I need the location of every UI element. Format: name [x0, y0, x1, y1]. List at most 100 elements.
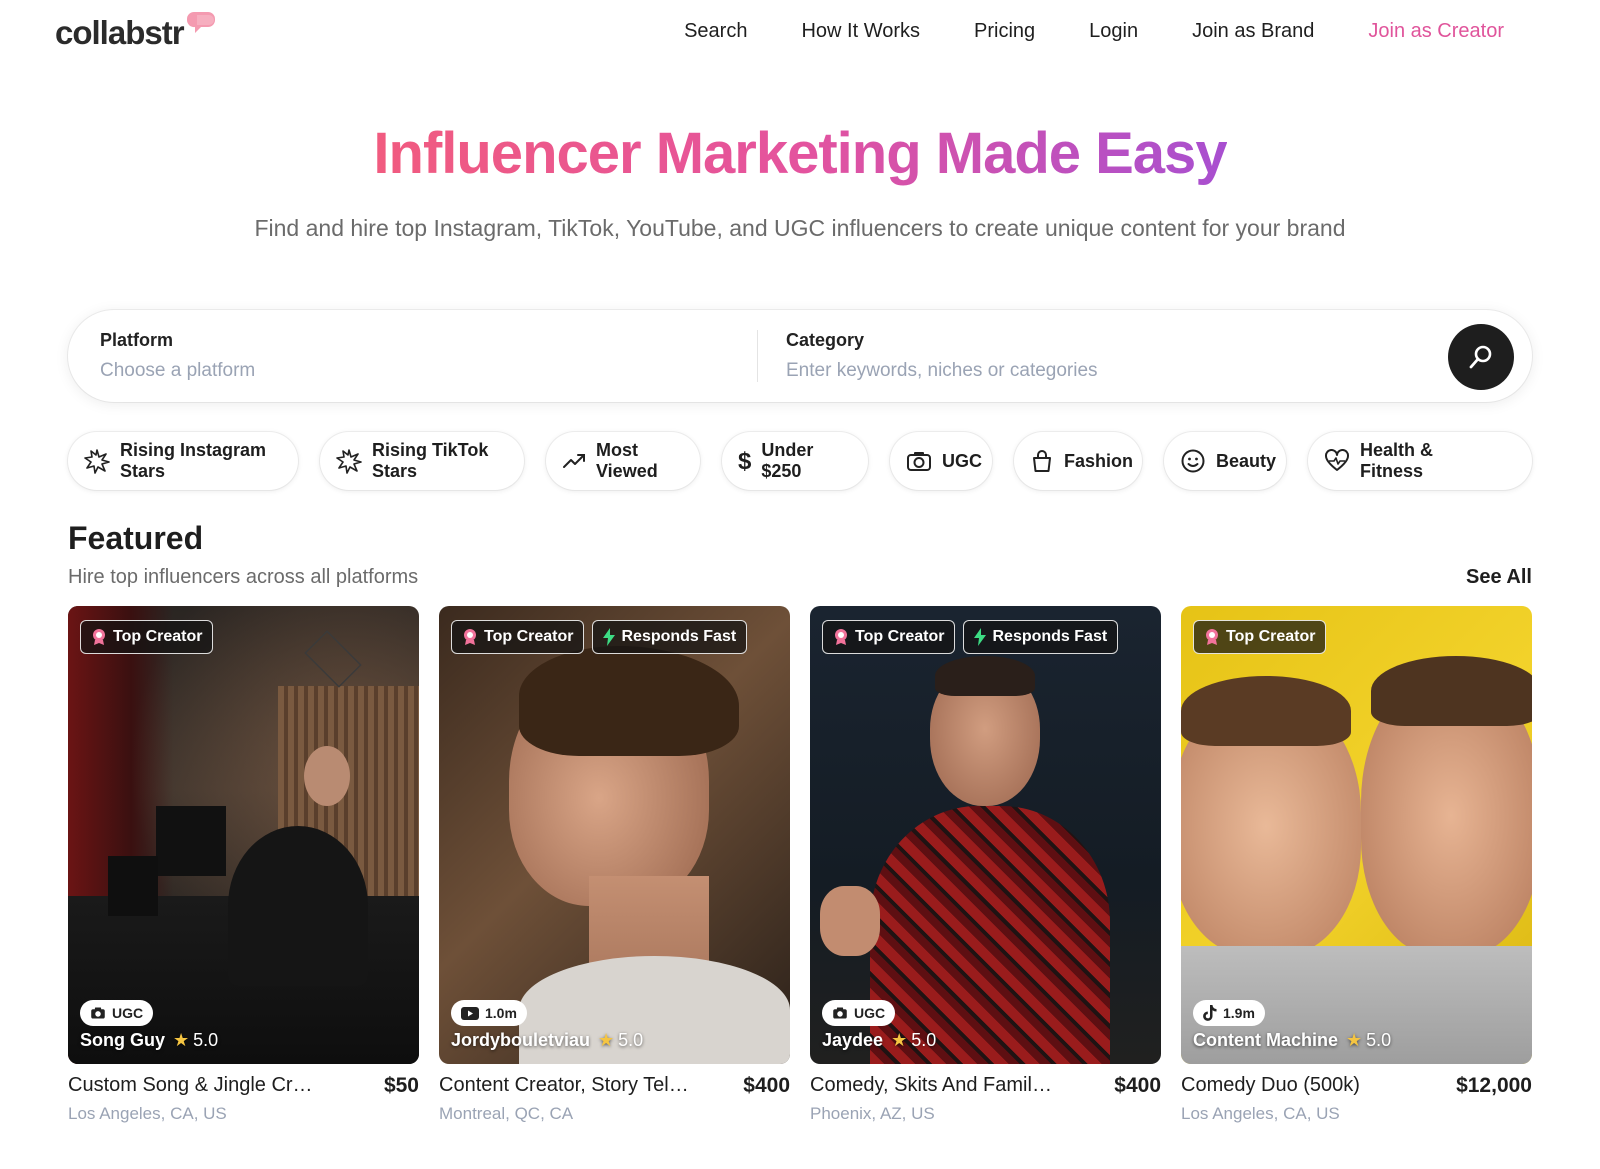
chip-label: Fashion	[1064, 450, 1134, 471]
card-price: $400	[1114, 1074, 1161, 1097]
chip-label: Under $250	[761, 440, 814, 481]
badge-label: Top Creator	[855, 628, 945, 645]
rating-value: 5.0	[193, 1030, 219, 1050]
logo-text: collabstr	[55, 14, 185, 51]
tiktok-icon	[1203, 1005, 1217, 1021]
creator-card[interactable]: Top Creator Responds Fast UGC Jaydee ★ 5.…	[810, 606, 1161, 1123]
chip-health-fitness[interactable]: Health & Fitness	[1308, 432, 1532, 490]
nav-search[interactable]: Search	[684, 20, 747, 43]
chip-under-250[interactable]: $ Under $250	[722, 432, 868, 490]
badge-row: Top Creator Responds Fast	[451, 620, 748, 654]
badge-label: Responds Fast	[992, 628, 1108, 645]
camera-icon	[907, 452, 931, 471]
creator-name: Song Guy	[80, 1030, 165, 1050]
creator-name: Content Machine	[1193, 1030, 1339, 1050]
creator-card[interactable]: Top Creator 1.9m Content Machine ★ 5.0 Co…	[1181, 606, 1532, 1123]
top-creator-badge: Top Creator	[451, 620, 585, 654]
creator-photo[interactable]: Top Creator UGC Song Guy ★ 5.0	[68, 606, 419, 1064]
badge-label: Responds Fast	[621, 628, 737, 645]
card-location: Los Angeles, CA, US	[1181, 1104, 1340, 1123]
star-icon: ★	[173, 1030, 190, 1050]
nav-pricing[interactable]: Pricing	[974, 20, 1035, 43]
creator-photo[interactable]: Top Creator Responds Fast UGC Jaydee ★ 5.…	[810, 606, 1161, 1064]
award-icon	[93, 629, 105, 645]
rating-value: 5.0	[618, 1030, 644, 1050]
badge-row: Top Creator Responds Fast	[822, 620, 1119, 654]
hero-subtitle: Find and hire top Instagram, TikTok, You…	[254, 215, 1346, 241]
search-button[interactable]	[1448, 324, 1514, 390]
top-creator-badge: Top Creator	[80, 620, 214, 654]
platform-field[interactable]: Platform Choose a platform	[100, 330, 255, 382]
nav-login[interactable]: Login	[1089, 20, 1138, 43]
badge-label: Top Creator	[1226, 628, 1316, 645]
creator-photo[interactable]: Top Creator Responds Fast 1.0m Jordyboul…	[439, 606, 790, 1064]
creator-name-row: Content Machine ★ 5.0	[1193, 1030, 1391, 1051]
chip-most-viewed[interactable]: Most Viewed	[546, 432, 700, 490]
award-icon	[835, 629, 847, 645]
bag-icon	[1033, 450, 1051, 472]
search-bar: Platform Choose a platform Category Ente…	[68, 310, 1532, 402]
creator-card[interactable]: Top Creator Responds Fast 1.0m Jordyboul…	[439, 606, 790, 1123]
star-icon: ★	[598, 1030, 615, 1050]
chip-rising-instagram[interactable]: Rising Instagram Stars	[68, 432, 298, 490]
chip-label: Beauty	[1216, 450, 1277, 471]
creator-name-row: Song Guy ★ 5.0	[80, 1030, 218, 1051]
see-all-link[interactable]: See All	[1466, 566, 1532, 589]
lightning-icon	[974, 628, 987, 646]
card-title[interactable]: Comedy Duo (500k)	[1181, 1074, 1431, 1097]
dollar-icon: $	[738, 447, 752, 475]
platform-pill: 1.9m	[1193, 1000, 1265, 1026]
creator-name-row: Jordybouletviau ★ 5.0	[451, 1030, 643, 1051]
search-icon	[1469, 345, 1492, 369]
chip-label: Rising TikTok Stars	[372, 440, 489, 481]
camera-icon	[833, 1007, 847, 1019]
card-title[interactable]: Comedy, Skits And Family Cont...	[810, 1074, 1060, 1097]
platform-pill: UGC	[80, 1000, 154, 1026]
nav-how-it-works[interactable]: How It Works	[801, 20, 920, 43]
youtube-icon	[461, 1006, 479, 1020]
camera-icon	[91, 1007, 105, 1019]
badge-row: Top Creator	[80, 620, 214, 654]
nav-join-creator[interactable]: Join as Creator	[1368, 20, 1504, 43]
sparkle-icon	[336, 449, 362, 474]
lightning-icon	[603, 628, 616, 646]
rating: ★ 5.0	[598, 1030, 643, 1051]
chip-ugc[interactable]: UGC	[890, 432, 992, 490]
card-location: Montreal, QC, CA	[439, 1104, 574, 1123]
card-title[interactable]: Content Creator, Story Teller...	[439, 1074, 689, 1097]
creator-name: Jordybouletviau	[451, 1030, 591, 1050]
top-creator-badge: Top Creator	[1193, 620, 1327, 654]
card-location: Phoenix, AZ, US	[810, 1104, 935, 1123]
platform-label: UGC	[854, 1005, 886, 1021]
category-placeholder: Enter keywords, niches or categories	[786, 360, 1098, 381]
rating: ★ 5.0	[173, 1030, 218, 1051]
platform-label: UGC	[112, 1005, 144, 1021]
rating-value: 5.0	[1366, 1030, 1392, 1050]
platform-pill: 1.0m	[451, 1000, 527, 1026]
platform-label: 1.9m	[1223, 1005, 1255, 1021]
platform-label: 1.0m	[485, 1005, 517, 1021]
hero-title: Influencer Marketing Made Easy	[0, 120, 1600, 187]
chip-label: Health & Fitness	[1360, 440, 1434, 481]
logo[interactable]: collabstr	[55, 12, 216, 52]
card-location: Los Angeles, CA, US	[68, 1104, 227, 1123]
category-field[interactable]: Category Enter keywords, niches or categ…	[786, 330, 1098, 382]
creator-card[interactable]: Top Creator UGC Song Guy ★ 5.0 Custom Son…	[68, 606, 419, 1123]
chip-fashion[interactable]: Fashion	[1014, 432, 1142, 490]
featured-title: Featured	[68, 520, 204, 556]
platform-label: Platform	[100, 330, 174, 350]
chip-label: Most Viewed	[596, 440, 658, 481]
category-label: Category	[786, 330, 865, 350]
chip-label: Rising Instagram Stars	[120, 440, 267, 481]
chip-rising-tiktok[interactable]: Rising TikTok Stars	[320, 432, 524, 490]
nav-join-brand[interactable]: Join as Brand	[1192, 20, 1314, 43]
top-creator-badge: Top Creator	[822, 620, 956, 654]
card-price: $50	[383, 1074, 419, 1097]
creator-name: Jaydee	[822, 1030, 884, 1050]
card-title[interactable]: Custom Song & Jingle Creator	[68, 1074, 318, 1097]
rating-value: 5.0	[911, 1030, 937, 1050]
chip-beauty[interactable]: Beauty	[1164, 432, 1286, 490]
creator-photo[interactable]: Top Creator 1.9m Content Machine ★ 5.0	[1181, 606, 1532, 1064]
chip-label: UGC	[942, 450, 982, 471]
category-chips: Rising Instagram Stars Rising TikTok Sta…	[68, 432, 1532, 490]
